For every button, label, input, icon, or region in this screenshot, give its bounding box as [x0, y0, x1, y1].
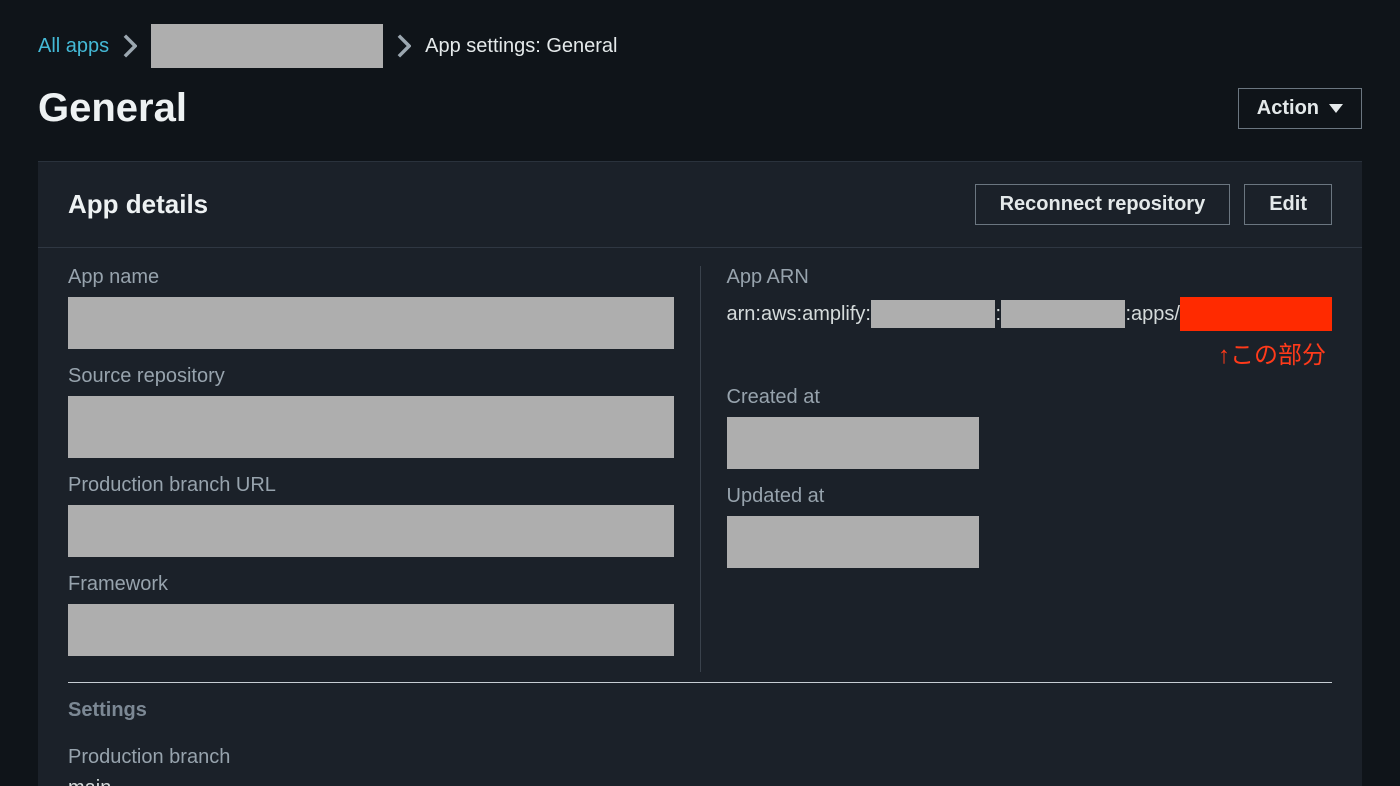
arn-prefix-text: arn:aws:amplify:	[727, 303, 872, 326]
production-branch-label: Production branch	[68, 746, 1332, 769]
reconnect-repository-button[interactable]: Reconnect repository	[975, 184, 1231, 225]
framework-label: Framework	[68, 573, 674, 596]
production-branch-value: main	[68, 777, 1332, 786]
action-dropdown-button[interactable]: Action	[1238, 88, 1362, 129]
breadcrumb-current: App settings: General	[425, 35, 617, 58]
arn-app-id-highlighted	[1180, 297, 1332, 331]
app-arn-value: arn:aws:amplify:::apps/	[727, 297, 1333, 331]
arn-account-redacted	[1001, 300, 1125, 328]
breadcrumb: All apps App settings: General	[38, 24, 1362, 68]
chevron-right-icon	[123, 34, 137, 58]
divider	[68, 682, 1332, 683]
arn-apps-text: :apps/	[1125, 303, 1179, 326]
settings-heading: Settings	[68, 699, 1332, 722]
production-branch-url-value-redacted	[68, 505, 674, 557]
annotation-this-part: ↑この部分	[727, 335, 1333, 370]
breadcrumb-all-apps-link[interactable]: All apps	[38, 35, 109, 58]
app-name-value-redacted	[68, 297, 674, 349]
page-title: General	[38, 86, 187, 131]
source-repository-value-redacted	[68, 396, 674, 458]
updated-at-label: Updated at	[727, 485, 1333, 508]
created-at-label: Created at	[727, 386, 1333, 409]
panel-title: App details	[68, 189, 208, 220]
action-button-label: Action	[1257, 97, 1319, 120]
chevron-right-icon	[397, 34, 411, 58]
app-details-panel: App details Reconnect repository Edit Ap…	[38, 161, 1362, 786]
created-at-value-redacted	[727, 417, 979, 469]
updated-at-value-redacted	[727, 516, 979, 568]
framework-value-redacted	[68, 604, 674, 656]
edit-button[interactable]: Edit	[1244, 184, 1332, 225]
caret-down-icon	[1329, 104, 1343, 113]
app-arn-label: App ARN	[727, 266, 1333, 289]
source-repository-label: Source repository	[68, 365, 674, 388]
app-name-label: App name	[68, 266, 674, 289]
arn-region-redacted	[871, 300, 995, 328]
breadcrumb-app-name-redacted[interactable]	[151, 24, 383, 68]
production-branch-url-label: Production branch URL	[68, 474, 674, 497]
